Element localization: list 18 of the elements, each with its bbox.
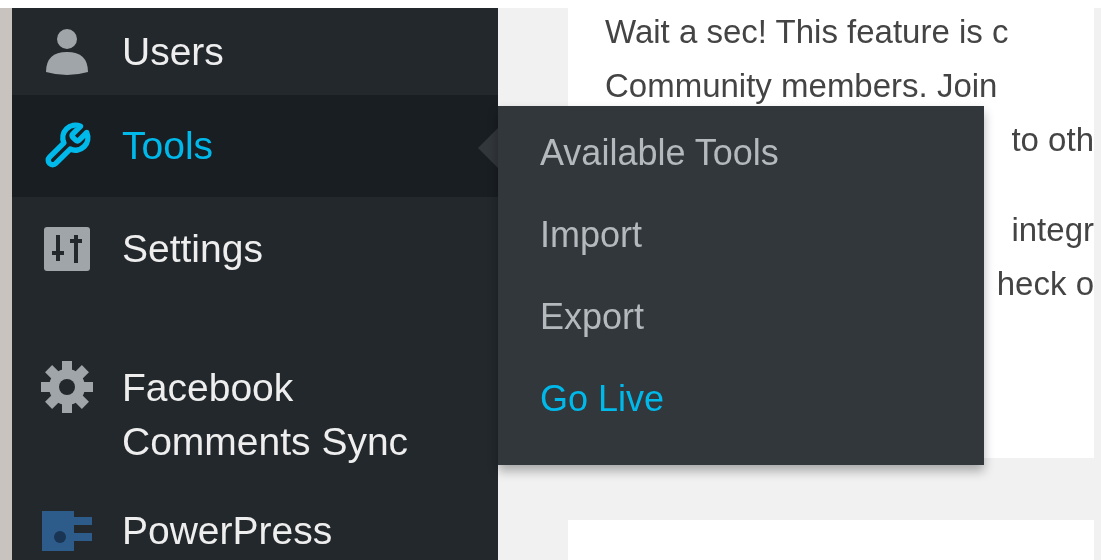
- notice-text: heck o: [996, 264, 1094, 304]
- submenu-link[interactable]: Export: [540, 292, 645, 342]
- sliders-icon: [44, 227, 90, 271]
- notice-text: to oth: [1011, 120, 1094, 160]
- plug-icon: [42, 511, 92, 551]
- sidebar-item[interactable]: Users: [12, 8, 498, 95]
- gear-icon: [41, 361, 93, 413]
- sidebar-item[interactable]: PowerPress: [12, 481, 498, 560]
- sidebar-item[interactable]: Tools: [12, 95, 498, 197]
- submenu-link[interactable]: Go Live: [540, 374, 665, 424]
- submenu-link[interactable]: Available Tools: [540, 128, 779, 178]
- user-icon: [44, 27, 90, 76]
- sidebar-item[interactable]: Settings: [12, 197, 498, 301]
- sidebar-item[interactable]: Facebook Comments Sync: [12, 301, 498, 481]
- notice-text: integr: [1011, 210, 1094, 250]
- notice-text: Community members. Join: [605, 66, 998, 106]
- submenu-link[interactable]: Import: [540, 210, 643, 260]
- notice-text: Wait a sec! This feature is c: [605, 12, 1009, 52]
